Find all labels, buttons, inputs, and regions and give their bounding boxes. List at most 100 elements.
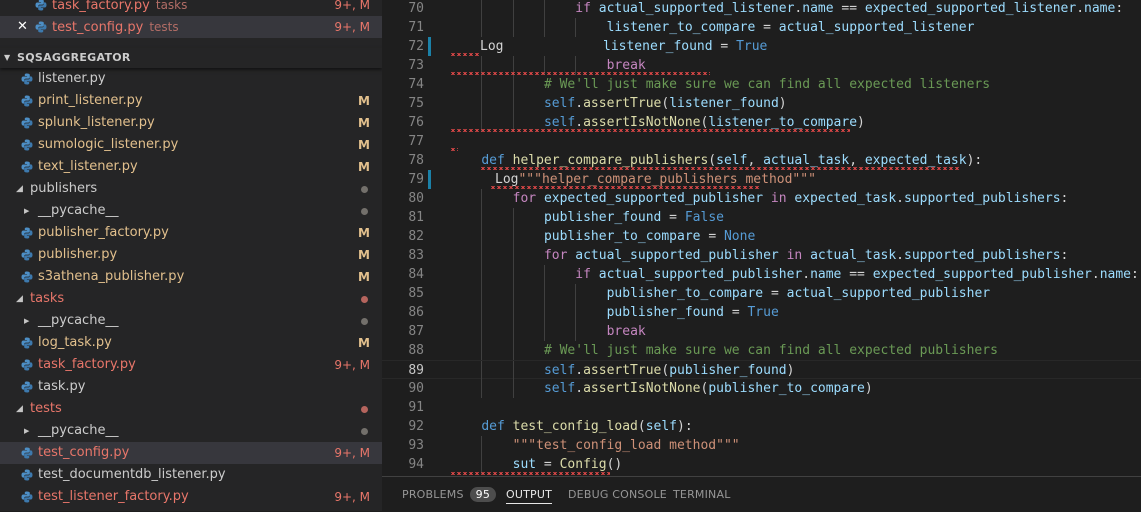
- tree-file[interactable]: publisher_factory.py M: [0, 222, 382, 244]
- open-editor-item[interactable]: ✕ test_config.py tests 9+, M: [0, 16, 382, 38]
- indent-guide: [512, 341, 514, 360]
- line-number: 86: [408, 305, 424, 320]
- line-number: 85: [408, 286, 424, 301]
- code-line[interactable]: 75 self.assertTrue(listener_found): [382, 94, 1141, 113]
- tree-folder[interactable]: ◢ tests: [0, 398, 382, 420]
- filename-text: test_config.py: [52, 20, 144, 35]
- code-line[interactable]: 72 Log listener_found = True: [382, 37, 1141, 56]
- git-status-badge: M: [358, 270, 370, 284]
- line-number: 93: [408, 438, 424, 453]
- line-number: 74: [408, 77, 424, 92]
- indent-guide: [512, 94, 514, 113]
- indent-guide: [512, 208, 514, 227]
- code-line[interactable]: 82 publisher_to_compare = None: [382, 227, 1141, 246]
- indent-guide: [512, 18, 514, 37]
- tree-file[interactable]: publisher.py M: [0, 244, 382, 266]
- git-status-badge: M: [358, 116, 370, 130]
- chevron-right-icon[interactable]: ▶: [24, 200, 29, 222]
- tree-file[interactable]: text_listener.py M: [0, 156, 382, 178]
- indent-guide: [543, 303, 545, 322]
- python-file-icon: [21, 447, 33, 459]
- code-line[interactable]: 86 publisher_found = True: [382, 303, 1141, 322]
- code-line[interactable]: 71 listener_to_compare = actual_supported…: [382, 18, 1141, 37]
- code-text: self.assertTrue(publisher_found): [543, 363, 795, 378]
- code-text: publisher_found = False: [543, 210, 724, 225]
- code-line[interactable]: 89 self.assertTrue(publisher_found): [382, 360, 1141, 380]
- tree-file[interactable]: test_config.py 9+, M: [0, 442, 382, 464]
- code-line[interactable]: 93 """test_config_load method""": [382, 436, 1141, 455]
- indent-guide: [512, 303, 514, 322]
- indent-guide: [481, 18, 483, 37]
- code-editor[interactable]: 70 if actual_supported_listener.name == e…: [382, 0, 1141, 476]
- code-line[interactable]: 80 for expected_supported_publisher in ex…: [382, 189, 1141, 208]
- line-number: 72: [408, 39, 424, 54]
- code-line[interactable]: 77: [382, 132, 1141, 151]
- code-line[interactable]: 88 # We'll just make sure we can find all…: [382, 341, 1141, 360]
- tree-file[interactable]: s3athena_publisher.py M: [0, 266, 382, 288]
- line-number: 90: [408, 381, 424, 396]
- tab-label: DEBUG CONSOLE: [568, 488, 667, 501]
- tree-folder[interactable]: ◢ publishers: [0, 178, 382, 200]
- python-file-icon: [21, 271, 33, 283]
- python-file-icon: [21, 139, 33, 151]
- close-icon[interactable]: ✕: [17, 16, 28, 38]
- tree-folder[interactable]: ◢ tasks: [0, 288, 382, 310]
- file-label: text_listener.py: [38, 159, 138, 174]
- tree-file[interactable]: sumologic_listener.py M: [0, 134, 382, 156]
- file-label: listener.py: [38, 71, 106, 86]
- panel-tab-debug-console[interactable]: DEBUG CONSOLE: [568, 487, 667, 503]
- code-line[interactable]: 90 self.assertIsNotNone(publisher_to_comp…: [382, 379, 1141, 398]
- indent-guide: [481, 341, 483, 360]
- tree-file[interactable]: test_documentdb_listener.py: [0, 464, 382, 486]
- code-line[interactable]: 87 break: [382, 322, 1141, 341]
- explorer-section-header[interactable]: ▼ SQSAGGREGATOR: [0, 48, 382, 68]
- code-line[interactable]: 74 # We'll just make sure we can find all…: [382, 75, 1141, 94]
- gutter-modified-indicator: [428, 170, 431, 189]
- error-squiggle: [490, 186, 760, 189]
- indent-guide: [512, 284, 514, 303]
- file-label: s3athena_publisher.py: [38, 269, 185, 284]
- error-squiggle: [450, 53, 480, 56]
- tree-file[interactable]: listener.py: [0, 68, 382, 90]
- code-line[interactable]: 91: [382, 398, 1141, 417]
- chevron-right-icon[interactable]: ▶: [24, 310, 29, 332]
- python-file-icon: [21, 227, 33, 239]
- panel-tab-problems[interactable]: PROBLEMS 95: [402, 487, 497, 503]
- indent-guide: [481, 189, 483, 208]
- chevron-down-icon[interactable]: ◢: [16, 288, 23, 310]
- chevron-down-icon[interactable]: ◢: [16, 398, 23, 420]
- tree-folder[interactable]: ▶ __pycache__: [0, 200, 382, 222]
- git-status-badge: M: [358, 336, 370, 350]
- tree-folder[interactable]: ▶ __pycache__: [0, 420, 382, 442]
- line-number: 92: [408, 419, 424, 434]
- tree-file[interactable]: print_listener.py M: [0, 90, 382, 112]
- folder-status-dot: [361, 208, 368, 215]
- indent-guide: [543, 18, 545, 37]
- chevron-right-icon[interactable]: ▶: [24, 420, 29, 442]
- tree-folder[interactable]: ▶ __pycache__: [0, 310, 382, 332]
- indent-guide: [512, 0, 514, 18]
- code-text: publisher_found = True: [606, 305, 779, 320]
- git-status-badge: M: [358, 138, 370, 152]
- panel-tab-output[interactable]: OUTPUT: [506, 487, 553, 504]
- tree-file[interactable]: splunk_listener.py M: [0, 112, 382, 134]
- tree-file[interactable]: test_listener_factory.py 9+, M: [0, 486, 382, 508]
- line-number: 79: [408, 172, 424, 187]
- file-label: publisher.py: [38, 247, 118, 262]
- tree-file[interactable]: task_factory.py 9+, M: [0, 354, 382, 376]
- folder-label: publishers: [30, 181, 98, 196]
- file-label: sumologic_listener.py: [38, 137, 179, 152]
- tree-file[interactable]: task.py: [0, 376, 382, 398]
- code-line[interactable]: 70 if actual_supported_listener.name == e…: [382, 0, 1141, 18]
- indent-guide: [575, 18, 577, 37]
- folder-hint: tests: [149, 20, 179, 34]
- open-editor-item[interactable]: task_factory.py tasks 9+, M: [0, 0, 382, 16]
- code-line[interactable]: 81 publisher_found = False: [382, 208, 1141, 227]
- code-line[interactable]: 92 def test_config_load(self):: [382, 417, 1141, 436]
- panel-tab-terminal[interactable]: TERMINAL: [673, 487, 731, 503]
- code-line[interactable]: 85 publisher_to_compare = actual_supporte…: [382, 284, 1141, 303]
- chevron-down-icon[interactable]: ◢: [16, 178, 23, 200]
- code-line[interactable]: 83 for actual_supported_publisher in actu…: [382, 246, 1141, 265]
- code-line[interactable]: 84 if actual_supported_publisher.name == …: [382, 265, 1141, 284]
- tree-file[interactable]: log_task.py M: [0, 332, 382, 354]
